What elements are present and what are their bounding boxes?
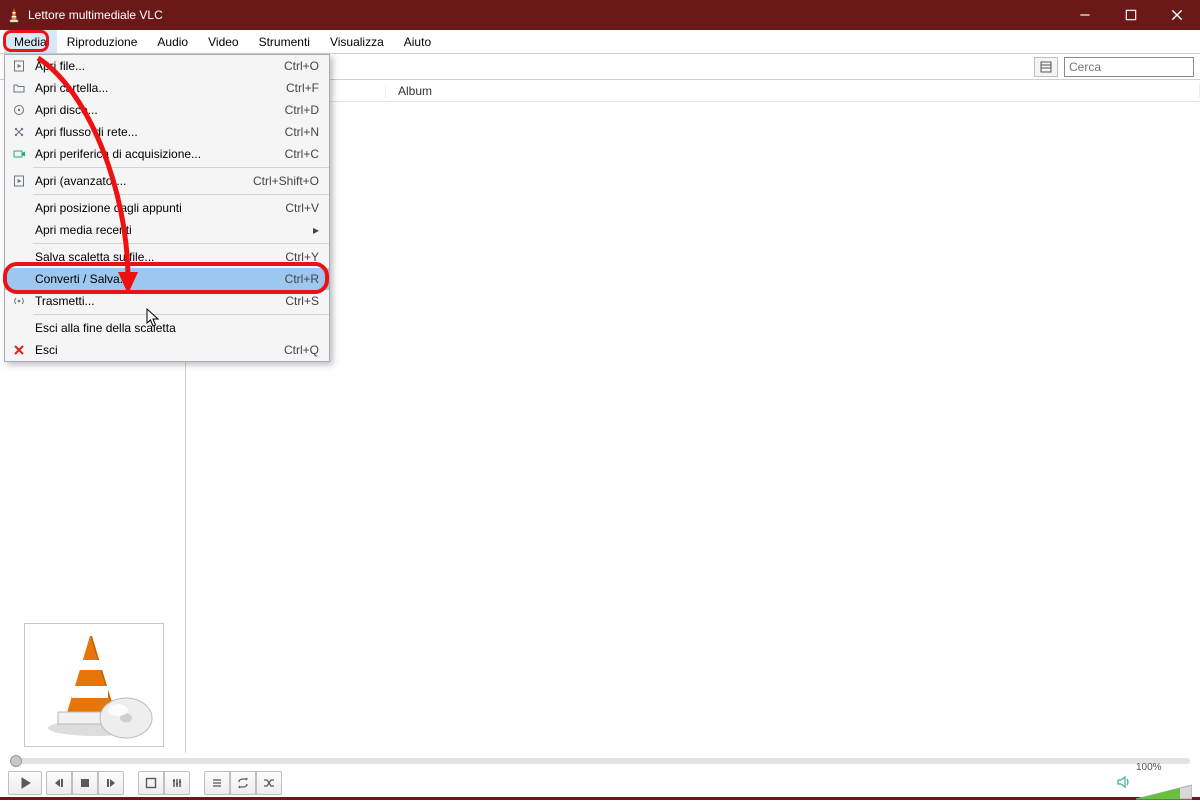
chevron-right-icon: ▸ — [307, 223, 319, 237]
search-input[interactable] — [1064, 57, 1194, 77]
network-icon — [5, 126, 33, 138]
minimize-button[interactable] — [1062, 0, 1108, 30]
dropdown-item-label: Apri file... — [33, 59, 284, 73]
menu-strumenti[interactable]: Strumenti — [249, 30, 320, 53]
menu-aiuto[interactable]: Aiuto — [394, 30, 441, 53]
volume-percent: 100% — [1136, 762, 1192, 773]
shuffle-button[interactable] — [256, 771, 282, 795]
dropdown-separator — [33, 314, 329, 315]
speaker-icon — [1116, 774, 1132, 793]
dropdown-item[interactable]: Trasmetti...Ctrl+S — [5, 290, 329, 312]
dropdown-item[interactable]: Apri (avanzato)...Ctrl+Shift+O — [5, 170, 329, 192]
next-button[interactable] — [98, 771, 124, 795]
close-button[interactable] — [1154, 0, 1200, 30]
playlist-button[interactable] — [204, 771, 230, 795]
playlist-body — [186, 102, 1200, 753]
dropdown-item-label: Apri flusso di rete... — [33, 125, 285, 139]
dropdown-item[interactable]: EsciCtrl+Q — [5, 339, 329, 361]
dropdown-item-shortcut: Ctrl+F — [286, 81, 319, 95]
menubar: Media Riproduzione Audio Video Strumenti… — [0, 30, 1200, 54]
dropdown-item-shortcut: Ctrl+D — [285, 103, 319, 117]
menu-audio[interactable]: Audio — [147, 30, 198, 53]
album-art-box — [24, 623, 164, 747]
vlc-cone-icon — [34, 630, 154, 740]
dropdown-item-label: Trasmetti... — [33, 294, 285, 308]
file-play-icon — [5, 175, 33, 187]
disc-icon — [5, 104, 33, 116]
dropdown-item[interactable]: Apri posizione dagli appuntiCtrl+V — [5, 197, 329, 219]
dropdown-separator — [33, 243, 329, 244]
dropdown-item-shortcut: Ctrl+Y — [285, 250, 319, 264]
fullscreen-button[interactable] — [138, 771, 164, 795]
dropdown-item-shortcut: Ctrl+Shift+O — [253, 174, 319, 188]
dropdown-item-shortcut: Ctrl+O — [284, 59, 319, 73]
dropdown-item-shortcut: Ctrl+S — [285, 294, 319, 308]
dropdown-item-label: Apri (avanzato)... — [33, 174, 253, 188]
vlc-logo-icon — [6, 7, 22, 23]
dropdown-item[interactable]: Esci alla fine della scaletta — [5, 317, 329, 339]
file-play-icon — [5, 60, 33, 72]
dropdown-item-label: Apri media recenti — [33, 223, 307, 237]
dropdown-separator — [33, 167, 329, 168]
dropdown-item[interactable]: Apri media recenti▸ — [5, 219, 329, 241]
dropdown-item-label: Esci — [33, 343, 284, 357]
dropdown-item-label: Apri disco... — [33, 103, 285, 117]
stream-icon — [5, 295, 33, 307]
dropdown-item[interactable]: Converti / Salva...Ctrl+R — [5, 268, 329, 290]
window-title: Lettore multimediale VLC — [28, 8, 1062, 22]
menu-video[interactable]: Video — [198, 30, 248, 53]
menu-riproduzione[interactable]: Riproduzione — [57, 30, 148, 53]
titlebar: Lettore multimediale VLC — [0, 0, 1200, 30]
dropdown-item-shortcut: Ctrl+R — [285, 272, 319, 286]
menu-visualizza[interactable]: Visualizza — [320, 30, 394, 53]
dropdown-item[interactable]: Apri flusso di rete...Ctrl+N — [5, 121, 329, 143]
dropdown-item-shortcut: Ctrl+Q — [284, 343, 319, 357]
dropdown-item[interactable]: Apri file...Ctrl+O — [5, 55, 329, 77]
dropdown-item[interactable]: Apri periferica di acquisizione...Ctrl+C — [5, 143, 329, 165]
playlist-columns: Durata Album — [186, 80, 1200, 102]
dropdown-item[interactable]: Apri cartella...Ctrl+F — [5, 77, 329, 99]
dropdown-item-shortcut: Ctrl+N — [285, 125, 319, 139]
playback-controls: 100% — [0, 769, 1200, 797]
dropdown-item[interactable]: Salva scaletta su file...Ctrl+Y — [5, 246, 329, 268]
dropdown-item-label: Apri posizione dagli appunti — [33, 201, 285, 215]
play-button[interactable] — [8, 771, 42, 795]
dropdown-item-label: Esci alla fine della scaletta — [33, 321, 319, 335]
col-album[interactable]: Album — [386, 84, 1200, 98]
folder-icon — [5, 82, 33, 94]
dropdown-item[interactable]: Apri disco...Ctrl+D — [5, 99, 329, 121]
menu-media[interactable]: Media — [4, 30, 57, 53]
dropdown-item-shortcut: Ctrl+C — [285, 147, 319, 161]
maximize-button[interactable] — [1108, 0, 1154, 30]
dropdown-item-label: Salva scaletta su file... — [33, 250, 285, 264]
media-dropdown: Apri file...Ctrl+OApri cartella...Ctrl+F… — [4, 54, 330, 362]
stop-button[interactable] — [72, 771, 98, 795]
seek-bar[interactable] — [0, 753, 1200, 769]
loop-button[interactable] — [230, 771, 256, 795]
prev-button[interactable] — [46, 771, 72, 795]
view-toggle-button[interactable] — [1034, 57, 1058, 77]
seek-thumb[interactable] — [10, 755, 22, 767]
volume-slider[interactable] — [1136, 783, 1192, 801]
volume-control[interactable]: 100% — [1116, 762, 1192, 804]
close-red-icon — [5, 344, 33, 356]
dropdown-item-label: Apri periferica di acquisizione... — [33, 147, 285, 161]
dropdown-item-label: Apri cartella... — [33, 81, 286, 95]
content-area: Durata Album — [186, 80, 1200, 753]
ext-settings-button[interactable] — [164, 771, 190, 795]
dropdown-item-shortcut: Ctrl+V — [285, 201, 319, 215]
dropdown-item-label: Converti / Salva... — [33, 272, 285, 286]
dropdown-separator — [33, 194, 329, 195]
capture-icon — [5, 148, 33, 160]
